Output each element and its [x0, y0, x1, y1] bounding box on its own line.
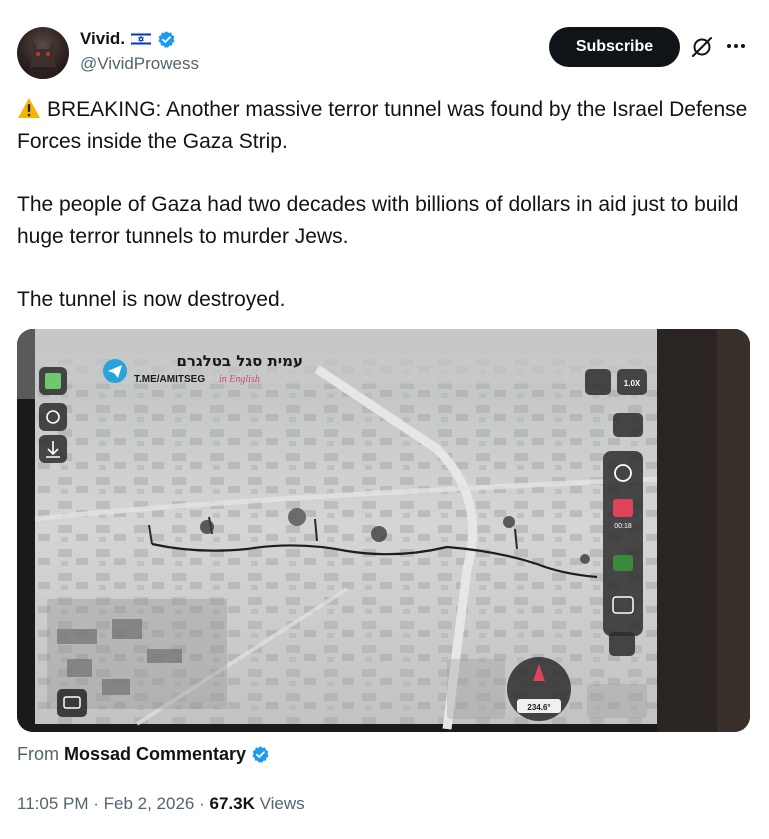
- author-handle[interactable]: @VividProwess: [80, 54, 199, 74]
- meta-separator: ·: [199, 794, 210, 813]
- source-name-link[interactable]: Mossad Commentary: [64, 744, 246, 765]
- tweet-time-link[interactable]: 11:05 PM: [17, 794, 89, 813]
- verified-badge-icon: [251, 745, 270, 764]
- warning-icon: [17, 97, 41, 119]
- subscribe-button[interactable]: Subscribe: [549, 27, 680, 67]
- meta-separator: ·: [93, 794, 104, 813]
- tweet-paragraph: The tunnel is now destroyed.: [17, 288, 286, 311]
- tweet-date-link[interactable]: Feb 2, 2026: [104, 794, 195, 813]
- verified-badge-icon: [157, 30, 176, 49]
- tweet-text: BREAKING: Another massive terror tunnel …: [17, 94, 757, 316]
- video-channel-link: T.ME/AMITSEG: [134, 374, 205, 385]
- views-count: 67.3K: [209, 794, 255, 813]
- author-name-row[interactable]: Vivid.: [80, 29, 176, 49]
- author-avatar[interactable]: [17, 27, 69, 79]
- video-channel-suffix: in English: [219, 374, 260, 385]
- views-label: Views: [259, 794, 305, 813]
- israel-flag-icon: [130, 31, 152, 47]
- tweet-paragraph: BREAKING: Another massive terror tunnel …: [17, 97, 748, 153]
- source-prefix: From: [17, 744, 59, 764]
- tweet-meta: 11:05 PM · Feb 2, 2026 · 67.3K Views: [17, 794, 305, 814]
- video-time-readout: 00:18: [614, 523, 632, 530]
- author-display-name[interactable]: Vivid.: [80, 29, 125, 49]
- more-options-icon[interactable]: [722, 34, 750, 58]
- video-player[interactable]: עמית סגל בטלגרם T.ME/AMITSEG in English …: [17, 329, 750, 732]
- video-heading-readout: 234.6°: [527, 703, 550, 712]
- video-zoom-readout: 1.0X: [624, 379, 641, 388]
- tweet-paragraph: The people of Gaza had two decades with …: [17, 193, 739, 248]
- grok-icon[interactable]: [690, 35, 714, 59]
- source-attribution: From Mossad Commentary: [17, 744, 270, 765]
- video-channel-hebrew: עמית סגל בטלגרם: [176, 352, 303, 370]
